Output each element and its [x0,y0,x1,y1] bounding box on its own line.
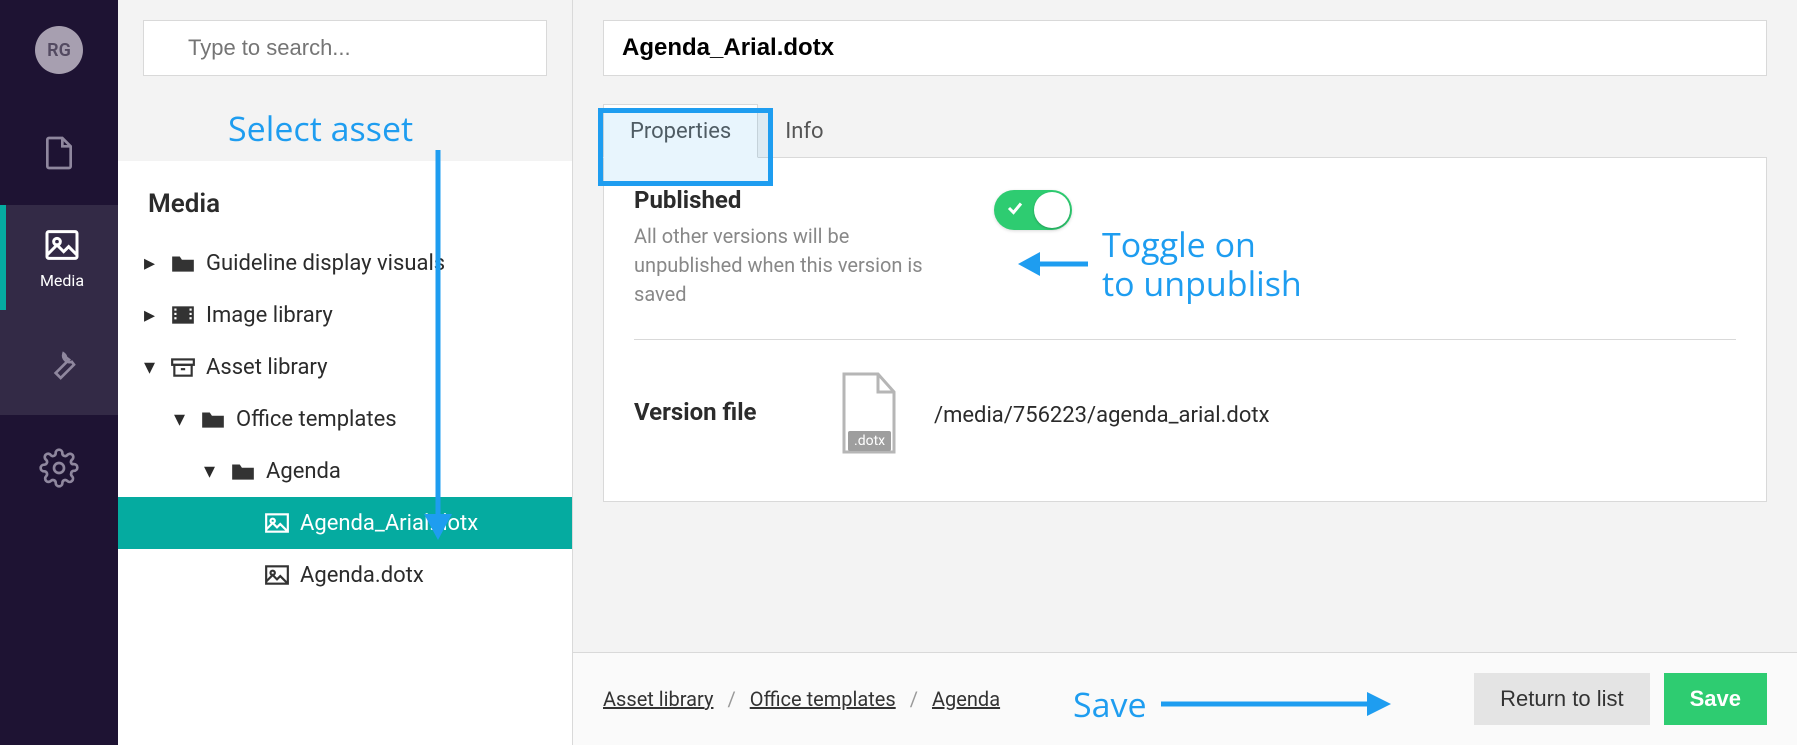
tree-row-asset-library[interactable]: ▾ Asset library [128,341,562,393]
tree-panel: Media ▸ Guideline display visuals ▸ Imag… [118,0,573,745]
nav-item-settings[interactable] [0,310,118,415]
version-file-row: Version file .dotx /media/756223/agenda_… [634,370,1736,461]
icon-nav: RG Media [0,0,118,745]
tree-row-agenda[interactable]: ▾ Agenda [128,445,562,497]
divider [634,339,1736,340]
published-label: Published [634,186,954,214]
caret-right-icon: ▸ [144,303,160,328]
tree-label: Agenda [266,459,341,484]
title-bar [573,0,1797,76]
tree-label: Guideline display visuals [206,251,445,276]
tab-info[interactable]: Info [758,104,850,157]
film-icon [170,304,196,326]
version-file-path: /media/756223/agenda_arial.dotx [934,403,1270,428]
tree-row-image-library[interactable]: ▸ Image library [128,289,562,341]
published-row: Published All other versions will be unp… [634,186,1736,309]
tree-label: Agenda_Arial.dotx [300,511,478,536]
gear-icon [39,448,79,488]
version-file-label: Version file [634,398,804,426]
breadcrumb-agenda[interactable]: Agenda [932,687,1000,711]
asset-title-input[interactable] [603,20,1767,76]
avatar[interactable]: RG [35,26,83,74]
tree-label: Office templates [236,407,397,432]
caret-down-icon: ▾ [144,355,160,380]
folder-icon [170,252,196,274]
tab-properties[interactable]: Properties [603,104,758,158]
folder-icon [200,408,226,430]
image-file-icon [264,564,290,586]
tree-row-office-templates[interactable]: ▾ Office templates [128,393,562,445]
caret-down-icon: ▾ [174,407,190,432]
properties-card: Published All other versions will be unp… [603,158,1767,502]
search-wrap [118,0,572,161]
folder-icon [230,460,256,482]
save-button[interactable]: Save [1664,673,1767,725]
tree-label: Agenda.dotx [300,563,424,588]
image-icon [42,225,82,265]
nav-item-content[interactable] [0,100,118,205]
breadcrumb-office-templates[interactable]: Office templates [750,687,896,711]
breadcrumb-asset-library[interactable]: Asset library [603,687,713,711]
tree-body: Media ▸ Guideline display visuals ▸ Imag… [118,161,572,601]
file-icon-wrap: .dotx [834,370,904,461]
tabs: Properties Info [603,104,1767,158]
tree-row-agenda-dotx[interactable]: ▾ Agenda.dotx [128,549,562,601]
detail-panel: Properties Info Published All other vers… [573,0,1797,745]
caret-down-icon: ▾ [204,459,220,484]
toggle-knob [1034,192,1070,228]
return-to-list-button[interactable]: Return to list [1474,673,1650,725]
tree-heading: Media [128,181,562,237]
breadcrumb-sep: / [727,687,735,711]
breadcrumb-sep: / [910,687,918,711]
search-box [143,20,547,76]
nav-label-media: Media [40,271,84,290]
archive-icon [170,356,196,378]
wrench-icon [39,343,79,383]
tree-row-agenda-arial[interactable]: ▾ Agenda_Arial.dotx [118,497,572,549]
published-help: All other versions will be unpublished w… [634,222,954,309]
nav-item-config[interactable] [0,415,118,520]
search-input[interactable] [143,20,547,76]
avatar-wrap: RG [0,0,118,100]
caret-right-icon: ▸ [144,251,160,276]
tree-label: Asset library [206,355,327,380]
nav-item-media[interactable]: Media [0,205,118,310]
file-icon [39,133,79,173]
published-toggle[interactable] [994,190,1072,230]
file-ext-badge: .dotx [848,431,891,451]
tree-row-guideline[interactable]: ▸ Guideline display visuals [128,237,562,289]
detail-footer: Asset library / Office templates / Agend… [573,652,1797,745]
tree-label: Image library [206,303,333,328]
image-file-icon [264,512,290,534]
check-icon [1006,198,1024,222]
